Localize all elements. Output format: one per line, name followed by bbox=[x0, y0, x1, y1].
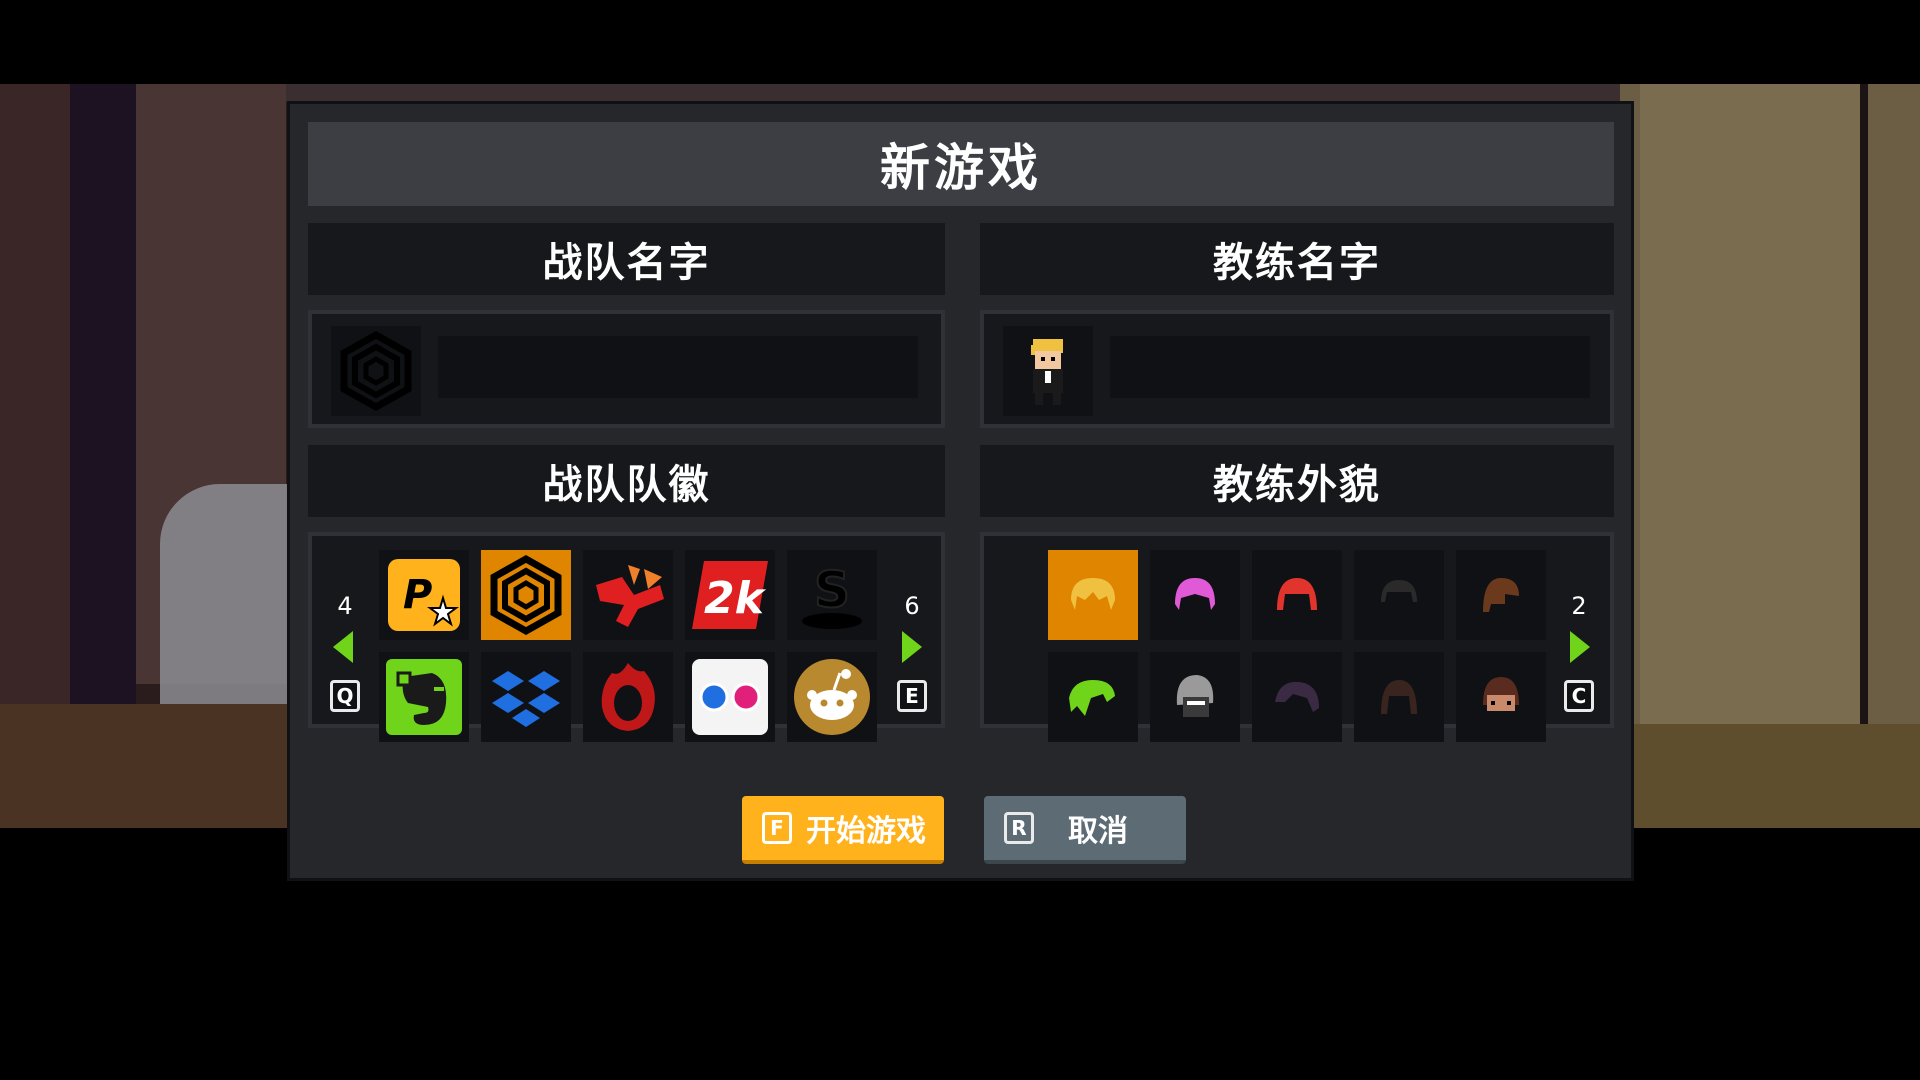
emblem-prev-key: Q bbox=[330, 680, 360, 712]
hair-option-2[interactable] bbox=[1150, 550, 1240, 640]
hair-option-1[interactable] bbox=[1048, 550, 1138, 640]
coach-name-panel bbox=[980, 310, 1614, 428]
hair-pink-icon bbox=[1175, 578, 1215, 610]
spiral-emblem-icon bbox=[340, 331, 412, 411]
p-logo-icon: P bbox=[388, 559, 460, 631]
red-flame-ring-icon bbox=[601, 663, 655, 731]
hair-blonde-icon bbox=[1071, 578, 1115, 610]
emblem-next-key: E bbox=[897, 680, 927, 712]
emblem-next-page-number: 6 bbox=[904, 592, 920, 620]
dropbox-logo-icon bbox=[492, 671, 560, 727]
flickr-dots-icon bbox=[692, 659, 768, 735]
hair-option-6[interactable] bbox=[1048, 652, 1138, 742]
hair-darkbrown-icon bbox=[1381, 680, 1417, 714]
dialog-title-bar: 新游戏 bbox=[308, 122, 1614, 206]
dialog-title: 新游戏 bbox=[880, 139, 1042, 197]
hair-green-icon bbox=[1069, 680, 1115, 716]
spiral-emblem-icon bbox=[490, 555, 562, 635]
hair-red-icon bbox=[1277, 578, 1317, 610]
scene-top-strip bbox=[280, 84, 1640, 102]
svg-text:P: P bbox=[403, 572, 432, 618]
emblem-prev-page-number: 4 bbox=[337, 592, 353, 620]
emblem-option-2[interactable] bbox=[481, 550, 571, 640]
emblem-option-9[interactable] bbox=[685, 652, 775, 742]
team-name-panel bbox=[308, 310, 945, 428]
coach-avatar-preview bbox=[1003, 326, 1093, 416]
emblem-option-3[interactable] bbox=[583, 550, 673, 640]
hair-option-4[interactable] bbox=[1354, 550, 1444, 640]
hair-black-icon bbox=[1381, 580, 1417, 602]
coach-look-header: 教练外貌 bbox=[980, 445, 1614, 517]
emblem-option-1[interactable]: P bbox=[379, 550, 469, 640]
emblem-option-8[interactable] bbox=[583, 652, 673, 742]
coach-look-panel: 2 C bbox=[980, 532, 1614, 742]
team-emblem-header: 战队队徽 bbox=[308, 445, 945, 517]
start-game-button[interactable]: F 开始游戏 bbox=[742, 796, 944, 864]
team-emblem-panel: 4 Q P 2k S 6 E bbox=[308, 532, 945, 742]
team-name-header-label: 战队名字 bbox=[542, 240, 711, 286]
cancel-key: R bbox=[1004, 812, 1034, 844]
hair-next-page-number: 2 bbox=[1571, 592, 1587, 620]
start-game-label: 开始游戏 bbox=[806, 814, 926, 849]
coach-name-header-label: 教练名字 bbox=[1213, 240, 1381, 286]
reddit-alien-icon bbox=[794, 659, 870, 735]
hair-grey-helmet-icon bbox=[1176, 675, 1214, 717]
s-logo-icon: S bbox=[802, 560, 862, 629]
svg-text:S: S bbox=[814, 561, 850, 619]
coach-name-input[interactable] bbox=[1110, 336, 1590, 398]
emblem-next-arrow-icon[interactable] bbox=[902, 631, 922, 663]
scene-right-floor bbox=[1620, 724, 1920, 828]
team-emblem-header-label: 战队队徽 bbox=[542, 462, 711, 508]
2k-logo-icon: 2k bbox=[692, 561, 768, 629]
hair-next-key: C bbox=[1564, 680, 1594, 712]
hair-option-5[interactable] bbox=[1456, 550, 1546, 640]
svg-text:2k: 2k bbox=[704, 573, 767, 624]
coach-avatar-icon bbox=[1031, 339, 1063, 405]
cancel-label: 取消 bbox=[1068, 814, 1128, 849]
hair-option-9[interactable] bbox=[1354, 652, 1444, 742]
hair-next-arrow-icon[interactable] bbox=[1570, 631, 1590, 663]
new-game-dialog: 新游戏 战队名字 教练名字 战队队徽 4 Q P 2k S 6 E 教练外貌 2… bbox=[287, 101, 1634, 881]
start-game-key: F bbox=[762, 812, 792, 844]
emblem-option-10[interactable] bbox=[787, 652, 877, 742]
cancel-button[interactable]: R 取消 bbox=[984, 796, 1186, 864]
team-emblem-preview bbox=[331, 326, 421, 416]
emblem-option-6[interactable] bbox=[379, 652, 469, 742]
scene-right-wall-light bbox=[1640, 84, 1860, 828]
emblem-prev-arrow-icon[interactable] bbox=[333, 631, 353, 663]
hair-option-10[interactable] bbox=[1456, 652, 1546, 742]
scene-floor bbox=[0, 704, 300, 828]
emblem-option-5[interactable]: S bbox=[787, 550, 877, 640]
coach-name-header: 教练名字 bbox=[980, 223, 1614, 295]
hair-brown-icon bbox=[1483, 578, 1519, 612]
team-name-header: 战队名字 bbox=[308, 223, 945, 295]
scene-right-frame bbox=[1860, 84, 1868, 828]
red-x-icon bbox=[596, 565, 664, 627]
team-name-input[interactable] bbox=[438, 336, 918, 398]
emblem-option-4[interactable]: 2k bbox=[685, 550, 775, 640]
hair-option-7[interactable] bbox=[1150, 652, 1240, 742]
emblem-option-7[interactable] bbox=[481, 652, 571, 742]
elephant-logo-icon bbox=[386, 659, 462, 735]
hair-purple-icon bbox=[1275, 681, 1319, 712]
hair-option-3[interactable] bbox=[1252, 550, 1342, 640]
hair-brown-face-icon bbox=[1483, 677, 1519, 711]
coach-look-header-label: 教练外貌 bbox=[1213, 462, 1381, 508]
hair-option-8[interactable] bbox=[1252, 652, 1342, 742]
